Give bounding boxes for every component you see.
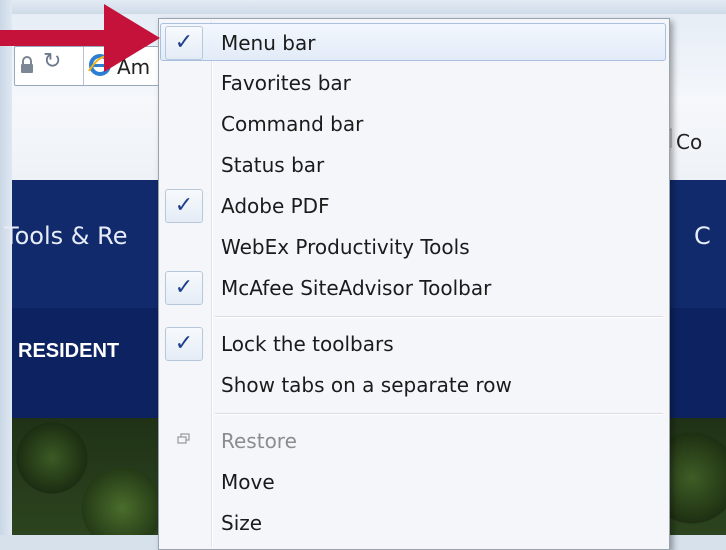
menu-item-status-bar[interactable]: Status bar — [161, 146, 665, 182]
window-frame-left — [0, 0, 12, 535]
menu-item-label: Size — [221, 511, 263, 535]
menu-item-label: McAfee SiteAdvisor Toolbar — [221, 276, 492, 300]
menu-item-label: Favorites bar — [221, 71, 351, 95]
menu-item-label: WebEx Productivity Tools — [221, 235, 470, 259]
command-bar-label[interactable]: Co — [676, 130, 702, 154]
menu-item-label: Lock the toolbars — [221, 332, 394, 356]
banner-nav-text[interactable]: Tools & Re — [4, 222, 127, 250]
toolbar-context-menu: ✓ Menu bar Favorites bar Command bar Sta… — [158, 18, 670, 550]
checkmark-icon: ✓ — [165, 271, 203, 305]
menu-item-move[interactable]: Move — [161, 463, 665, 499]
menu-item-mcafee[interactable]: ✓ McAfee SiteAdvisor Toolbar — [161, 269, 665, 305]
menu-item-menu-bar[interactable]: ✓ Menu bar — [160, 23, 666, 61]
checkmark-icon: ✓ — [165, 26, 203, 60]
menu-item-label: Menu bar — [221, 31, 316, 55]
subnav-label[interactable]: RESIDENT — [18, 340, 119, 363]
menu-item-adobe-pdf[interactable]: ✓ Adobe PDF — [161, 187, 665, 223]
red-pointer-arrow-icon — [0, 4, 160, 72]
checkmark-icon: ✓ — [165, 189, 203, 223]
menu-item-restore[interactable]: Restore — [161, 422, 665, 458]
menu-separator-highlight — [215, 317, 663, 318]
menu-item-command-bar[interactable]: Command bar — [161, 105, 665, 141]
menu-item-label: Move — [221, 470, 275, 494]
menu-item-webex[interactable]: WebEx Productivity Tools — [161, 228, 665, 264]
menu-item-favorites-bar[interactable]: Favorites bar — [161, 64, 665, 100]
menu-item-label: Restore — [221, 429, 297, 453]
checkmark-icon: ✓ — [165, 327, 203, 361]
menu-separator-highlight — [215, 414, 663, 415]
menu-item-label: Status bar — [221, 153, 325, 177]
menu-item-tabs-separate-row[interactable]: Show tabs on a separate row — [161, 366, 665, 402]
menu-item-lock-toolbars[interactable]: ✓ Lock the toolbars — [161, 325, 665, 361]
restore-window-icon — [177, 433, 190, 444]
menu-item-label: Command bar — [221, 112, 364, 136]
menu-item-label: Adobe PDF — [221, 194, 330, 218]
menu-item-label: Show tabs on a separate row — [221, 373, 512, 397]
banner-nav-text-right[interactable]: C — [694, 222, 711, 250]
